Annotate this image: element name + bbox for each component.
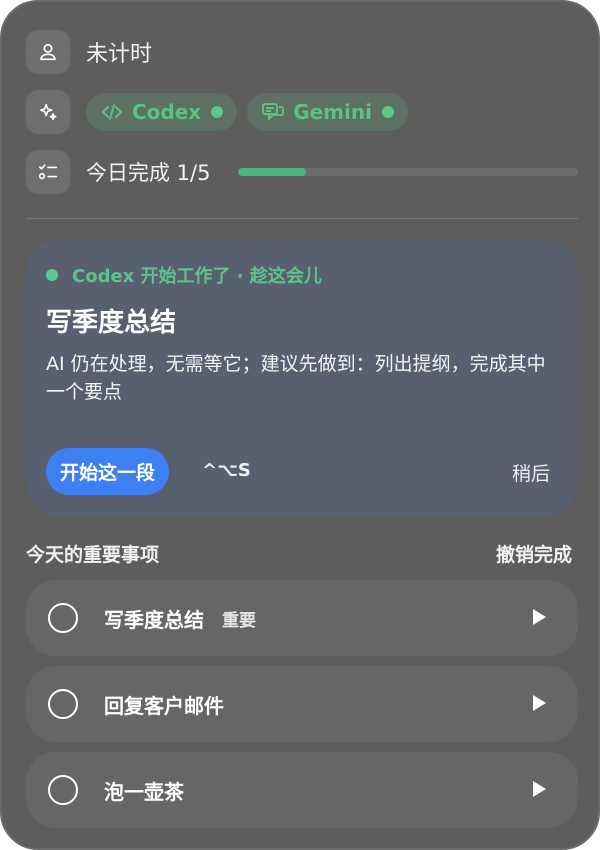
timer-status: 未计时 [86,42,153,67]
online-indicator [211,106,224,118]
task-checkbox[interactable] [48,603,78,633]
timer-row: 未计时 [26,30,152,74]
task-row[interactable]: 回复客户邮件 [26,666,578,742]
task-checkbox[interactable] [48,775,78,805]
task-title: 回复客户邮件 [104,693,224,718]
progress-bar [238,168,578,176]
task-priority-tag: 重要 [222,610,256,631]
start-segment-button[interactable]: 开始这一段 [46,448,170,495]
working-indicator [46,269,58,281]
important-section-title: 今天的重要事项 [26,544,160,566]
task-row[interactable]: 写季度总结 重要 [26,580,578,656]
task-title: 泡一壶茶 [104,779,184,804]
progress-row: 今日完成 1/5 [26,150,210,194]
undo-complete-button[interactable]: 撤销完成 [496,540,572,567]
online-indicator [381,106,394,118]
progress-fill [238,168,306,176]
agent-chip-codex[interactable]: Codex [86,93,238,131]
later-button[interactable]: 稍后 [512,459,550,486]
code-icon [102,104,122,120]
play-icon[interactable] [533,609,546,625]
agent-status: Codex 开始工作了 · 趁这会儿 [46,262,322,288]
focus-task-description: AI 仍在处理，无需等它；建议先做到：列出提纲，完成其中一个要点 [46,353,546,403]
agent-chip-label: Codex [132,100,202,124]
task-row[interactable]: 泡一壶茶 [26,752,578,828]
sparkle-icon[interactable] [26,90,70,134]
agent-chip-gemini[interactable]: Gemini [247,93,408,131]
agents-row: Codex Gemini [26,90,408,134]
play-icon[interactable] [533,695,546,711]
chat-icon [262,103,285,120]
progress-label: 今日完成 1/5 [86,161,211,185]
keyboard-shortcut: ^⌥S [202,460,251,481]
checklist-icon[interactable] [26,150,70,194]
task-panel: 未计时 Codex Gemini 今日完成 1/5 Codex 开始工作了 · … [0,0,600,850]
agent-status-text: Codex 开始工作了 · 趁这会儿 [72,266,322,287]
divider [26,218,578,219]
agent-chip-label: Gemini [293,100,372,124]
user-icon[interactable] [26,30,70,74]
focus-card: Codex 开始工作了 · 趁这会儿 写季度总结 AI 仍在处理，无需等它；建议… [26,240,578,516]
task-checkbox[interactable] [48,689,78,719]
focus-task-title: 写季度总结 [46,308,177,338]
play-icon[interactable] [533,781,546,797]
task-title: 写季度总结 [104,607,204,632]
